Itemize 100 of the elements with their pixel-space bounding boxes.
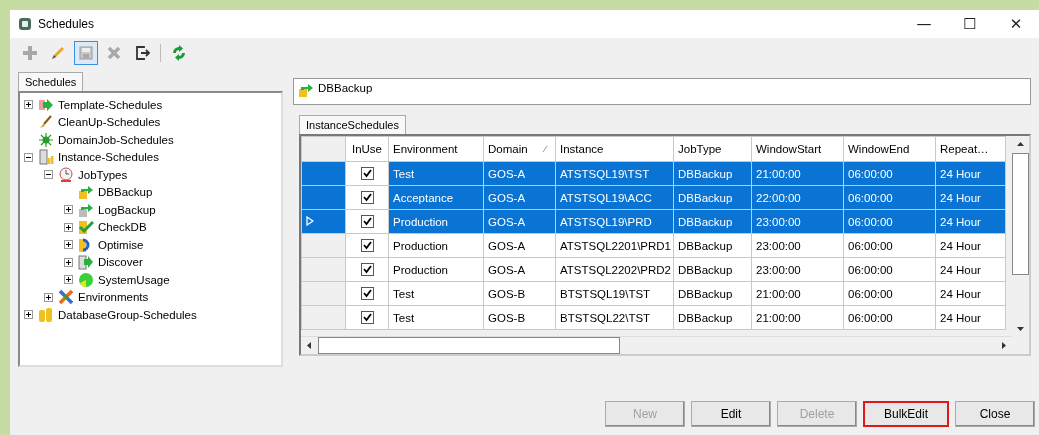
refresh-icon: [170, 44, 188, 62]
maximize-button[interactable]: ☐: [947, 10, 993, 38]
expander-icon[interactable]: [64, 275, 73, 285]
table-cell: BTSTSQL19\TST: [555, 281, 674, 306]
tree-item[interactable]: Instance-Schedules: [56, 151, 161, 164]
table-row[interactable]: Production GOS-A ATSTSQL2201\PRD1 DBBackup 23:00:00 06:00:00 24 Hour: [301, 233, 1006, 258]
expander-icon[interactable]: [64, 205, 73, 215]
table-cell: 21:00:00: [751, 161, 844, 186]
expander-icon[interactable]: [64, 240, 73, 250]
expander-icon[interactable]: [24, 152, 33, 162]
table-cell: Test: [388, 305, 484, 330]
table-cell: 06:00:00: [843, 185, 936, 210]
star-icon: [38, 131, 54, 148]
expander-icon[interactable]: [24, 100, 33, 110]
tree-item[interactable]: JobTypes: [76, 168, 130, 181]
table-cell: 06:00:00: [843, 257, 936, 282]
table-cell: 23:00:00: [751, 209, 844, 234]
column-header[interactable]: InUse: [345, 136, 389, 162]
table-cell: Test: [388, 281, 484, 306]
table-cell: 23:00:00: [751, 257, 844, 282]
exit-icon: [133, 44, 151, 62]
table-cell: 06:00:00: [843, 161, 936, 186]
arrow-icon: [78, 254, 94, 271]
server-icon: [38, 149, 54, 166]
table-row[interactable]: Production GOS-A ATSTSQL19\PRD DBBackup 23:00:00 06:00:00 24 Hour: [301, 209, 1006, 234]
in-use-checkbox[interactable]: [360, 167, 374, 181]
column-header[interactable]: Environment: [388, 136, 484, 162]
expander-icon[interactable]: [64, 222, 73, 232]
backup-icon: [298, 82, 314, 98]
pie-icon: [78, 271, 94, 288]
in-use-checkbox[interactable]: [360, 191, 374, 205]
action-button[interactable]: Close: [955, 401, 1035, 427]
table-cell: 06:00:00: [843, 305, 936, 330]
in-use-checkbox[interactable]: [360, 311, 374, 325]
table-cell: 06:00:00: [843, 209, 936, 234]
table-row[interactable]: Test GOS-B BTSTSQL22\TST DBBackup 21:00:00 06:00:00 24 Hour: [301, 305, 1006, 330]
window-title: Schedules: [38, 17, 95, 31]
tree-item[interactable]: CleanUp-Schedules: [56, 116, 163, 129]
table-cell: 23:00:00: [751, 233, 844, 258]
table-cell: ATSTSQL19\ACC: [555, 185, 674, 210]
tree-item[interactable]: Template-Schedules: [56, 98, 165, 111]
column-header[interactable]: Instance: [555, 136, 674, 162]
tree-item[interactable]: DBBackup: [96, 186, 155, 199]
column-header[interactable]: JobType: [673, 136, 752, 162]
tree-item[interactable]: CheckDB: [96, 221, 149, 234]
tree-item[interactable]: Discover: [96, 256, 145, 269]
column-header[interactable]: WindowStart: [751, 136, 844, 162]
tree-item[interactable]: DatabaseGroup-Schedules: [56, 308, 199, 321]
table-cell: ATSTSQL19\PRD: [555, 209, 674, 234]
table-cell: Production: [388, 257, 484, 282]
action-button[interactable]: BulkEdit: [863, 401, 949, 427]
expander-icon[interactable]: [44, 292, 53, 302]
table-cell: BTSTSQL22\TST: [555, 305, 674, 330]
in-use-checkbox[interactable]: [360, 239, 374, 253]
table-cell: 21:00:00: [751, 305, 844, 330]
in-use-checkbox[interactable]: [360, 287, 374, 301]
column-header[interactable]: Repeat…: [935, 136, 1006, 162]
table-cell: Production: [388, 233, 484, 258]
tree-item[interactable]: DomainJob-Schedules: [56, 133, 176, 146]
table-row[interactable]: Production GOS-A ATSTSQL2202\PRD2 DBBackup 23:00:00 06:00:00 24 Hour: [301, 257, 1006, 282]
table-cell: Acceptance: [388, 185, 484, 210]
backup-icon: [78, 201, 94, 218]
column-header[interactable]: Domain: [483, 136, 556, 162]
database-icon: [38, 306, 54, 323]
schedules-tab[interactable]: Schedules: [18, 72, 84, 91]
tree-item[interactable]: SystemUsage: [96, 273, 172, 286]
table-cell: 06:00:00: [843, 281, 936, 306]
table-row[interactable]: Test GOS-B BTSTSQL19\TST DBBackup 21:00:00 06:00:00 24 Hour: [301, 281, 1006, 306]
checkmark-icon: [78, 219, 94, 236]
table-row[interactable]: Test GOS-A ATSTSQL19\TST DBBackup 21:00:00 06:00:00 24 Hour: [301, 161, 1006, 186]
table-cell: ATSTSQL2202\PRD2: [555, 257, 674, 282]
table-row[interactable]: Acceptance GOS-A ATSTSQL19\ACC DBBackup 22:00:00 06:00:00 24 Hour: [301, 185, 1006, 210]
table-cell: ATSTSQL19\TST: [555, 161, 674, 186]
table-cell: 21:00:00: [751, 281, 844, 306]
expander-icon[interactable]: [24, 310, 33, 320]
table-cell: 22:00:00: [751, 185, 844, 210]
clock-icon: [58, 166, 74, 183]
table-cell: 06:00:00: [843, 233, 936, 258]
action-button[interactable]: Edit: [691, 401, 771, 427]
save-icon: [77, 44, 95, 62]
expander-icon[interactable]: [44, 170, 53, 180]
instance-schedules-tab[interactable]: InstanceSchedules: [299, 115, 406, 134]
app-icon: [18, 17, 32, 31]
table-cell: Production: [388, 209, 484, 234]
arrow-icon: [38, 96, 54, 113]
tree-item[interactable]: Environments: [76, 291, 151, 304]
minimize-button[interactable]: —: [901, 10, 947, 38]
column-header[interactable]: WindowEnd: [843, 136, 936, 162]
in-use-checkbox[interactable]: [360, 215, 374, 229]
cross-icon: [58, 289, 74, 306]
table-cell: Test: [388, 161, 484, 186]
tree-item[interactable]: LogBackup: [96, 203, 158, 216]
plus-icon: [21, 44, 39, 62]
horizontal-scrollbar[interactable]: [301, 336, 1012, 354]
in-use-checkbox[interactable]: [360, 263, 374, 277]
close-button[interactable]: ✕: [993, 10, 1039, 38]
pencil-icon: [49, 44, 67, 62]
broom-icon: [38, 114, 54, 131]
expander-icon[interactable]: [64, 257, 73, 267]
tree-item[interactable]: Optimise: [96, 238, 146, 251]
